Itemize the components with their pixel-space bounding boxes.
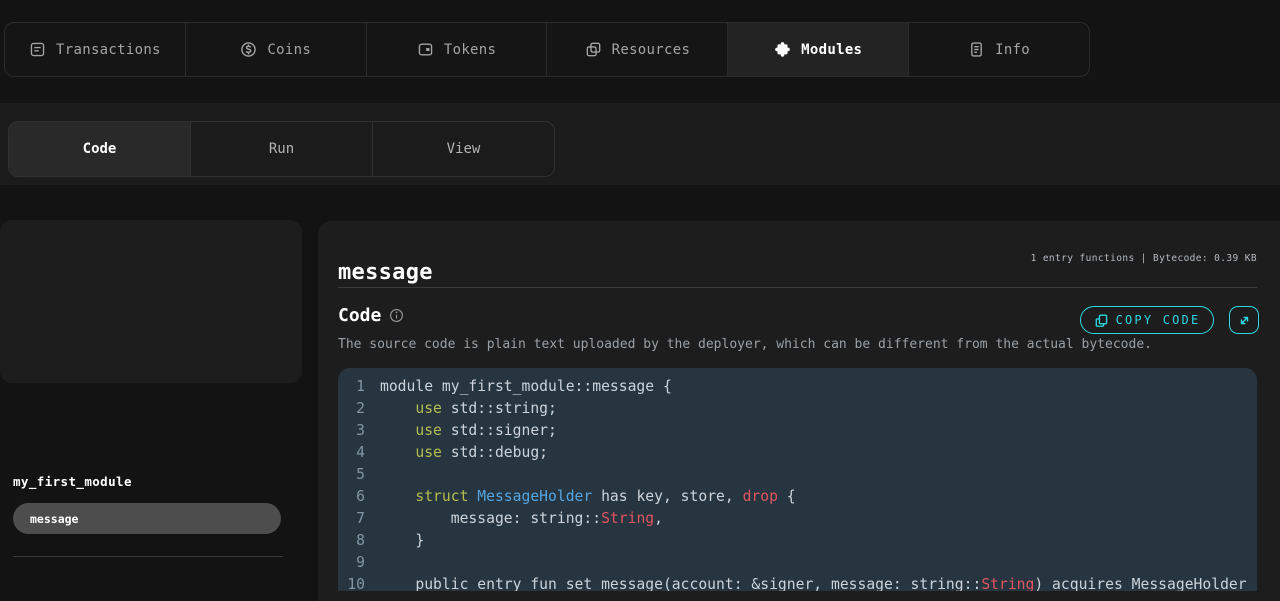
line-number: 6 bbox=[338, 486, 365, 508]
tab-tokens[interactable]: Tokens bbox=[367, 23, 548, 76]
code-line: 2 use std::string; bbox=[338, 398, 1257, 420]
code-line: 7 message: string::String, bbox=[338, 508, 1257, 530]
tab-label: Resources bbox=[612, 42, 691, 58]
code-run-view-tabs: CodeRunView bbox=[8, 121, 555, 177]
line-number: 8 bbox=[338, 530, 365, 552]
code-text: } bbox=[365, 530, 424, 552]
copy-code-button[interactable]: COPY CODE bbox=[1080, 306, 1214, 334]
module-meta: 1 entry functions | Bytecode: 0.39 KB bbox=[857, 253, 1257, 264]
tab-label: Modules bbox=[801, 42, 862, 58]
code-text: use std::signer; bbox=[365, 420, 557, 442]
transactions-icon bbox=[29, 41, 46, 58]
resources-icon bbox=[585, 41, 602, 58]
code-text: module my_first_module::message { bbox=[365, 376, 672, 398]
tab-label: Transactions bbox=[56, 42, 161, 58]
info-circle-icon[interactable] bbox=[389, 308, 404, 323]
info-doc-icon bbox=[968, 41, 985, 58]
line-number: 9 bbox=[338, 552, 365, 574]
line-number: 7 bbox=[338, 508, 365, 530]
code-text: use std::string; bbox=[365, 398, 557, 420]
tab-info[interactable]: Info bbox=[909, 23, 1089, 76]
code-text bbox=[365, 552, 380, 574]
code-line: 10 public entry fun set_message(account:… bbox=[338, 574, 1257, 591]
subtab-code[interactable]: Code bbox=[9, 122, 191, 176]
code-text: struct MessageHolder has key, store, dro… bbox=[365, 486, 796, 508]
code-text: message: string::String, bbox=[365, 508, 663, 530]
tab-coins[interactable]: Coins bbox=[186, 23, 367, 76]
tab-modules[interactable]: Modules bbox=[728, 23, 909, 76]
subtab-view[interactable]: View bbox=[373, 122, 554, 176]
code-line: 8 } bbox=[338, 530, 1257, 552]
tab-label: Info bbox=[995, 42, 1030, 58]
code-line: 6 struct MessageHolder has key, store, d… bbox=[338, 486, 1257, 508]
line-number: 3 bbox=[338, 420, 365, 442]
code-section-description: The source code is plain text uploaded b… bbox=[338, 337, 1152, 352]
source-code-viewer[interactable]: 1module my_first_module::message {2 use … bbox=[338, 368, 1257, 591]
module-nav-tabs: Transactions Coins Tokens Resources Modules I… bbox=[4, 22, 1090, 77]
code-text bbox=[365, 464, 380, 486]
copy-icon bbox=[1094, 313, 1109, 328]
subtab-run[interactable]: Run bbox=[191, 122, 373, 176]
code-line: 3 use std::signer; bbox=[338, 420, 1257, 442]
code-line: 9 bbox=[338, 552, 1257, 574]
tab-resources[interactable]: Resources bbox=[547, 23, 728, 76]
line-number: 4 bbox=[338, 442, 365, 464]
tab-transactions[interactable]: Transactions bbox=[5, 23, 186, 76]
code-line: 1module my_first_module::message { bbox=[338, 376, 1257, 398]
line-number: 10 bbox=[338, 574, 365, 591]
line-number: 5 bbox=[338, 464, 365, 486]
line-number: 1 bbox=[338, 376, 365, 398]
divider bbox=[13, 556, 283, 557]
copy-code-label: COPY CODE bbox=[1116, 313, 1201, 327]
page-title: message bbox=[338, 260, 433, 285]
module-sidebar: my_first_module message bbox=[0, 220, 302, 383]
modules-icon bbox=[774, 41, 791, 58]
code-line: 4 use std::debug; bbox=[338, 442, 1257, 464]
line-number: 2 bbox=[338, 398, 365, 420]
code-text: public entry fun set_message(account: &s… bbox=[365, 574, 1257, 591]
expand-icon bbox=[1237, 313, 1252, 328]
divider bbox=[338, 287, 1257, 288]
tab-label: Tokens bbox=[444, 42, 496, 58]
tokens-icon bbox=[417, 41, 434, 58]
coins-icon bbox=[240, 41, 257, 58]
code-text: use std::debug; bbox=[365, 442, 548, 464]
code-line: 5 bbox=[338, 464, 1257, 486]
code-section-title: Code bbox=[338, 305, 381, 326]
module-name: my_first_module bbox=[13, 474, 132, 489]
sidebar-item-message[interactable]: message bbox=[13, 503, 281, 534]
tab-label: Coins bbox=[267, 42, 311, 58]
expand-code-button[interactable] bbox=[1229, 306, 1259, 334]
